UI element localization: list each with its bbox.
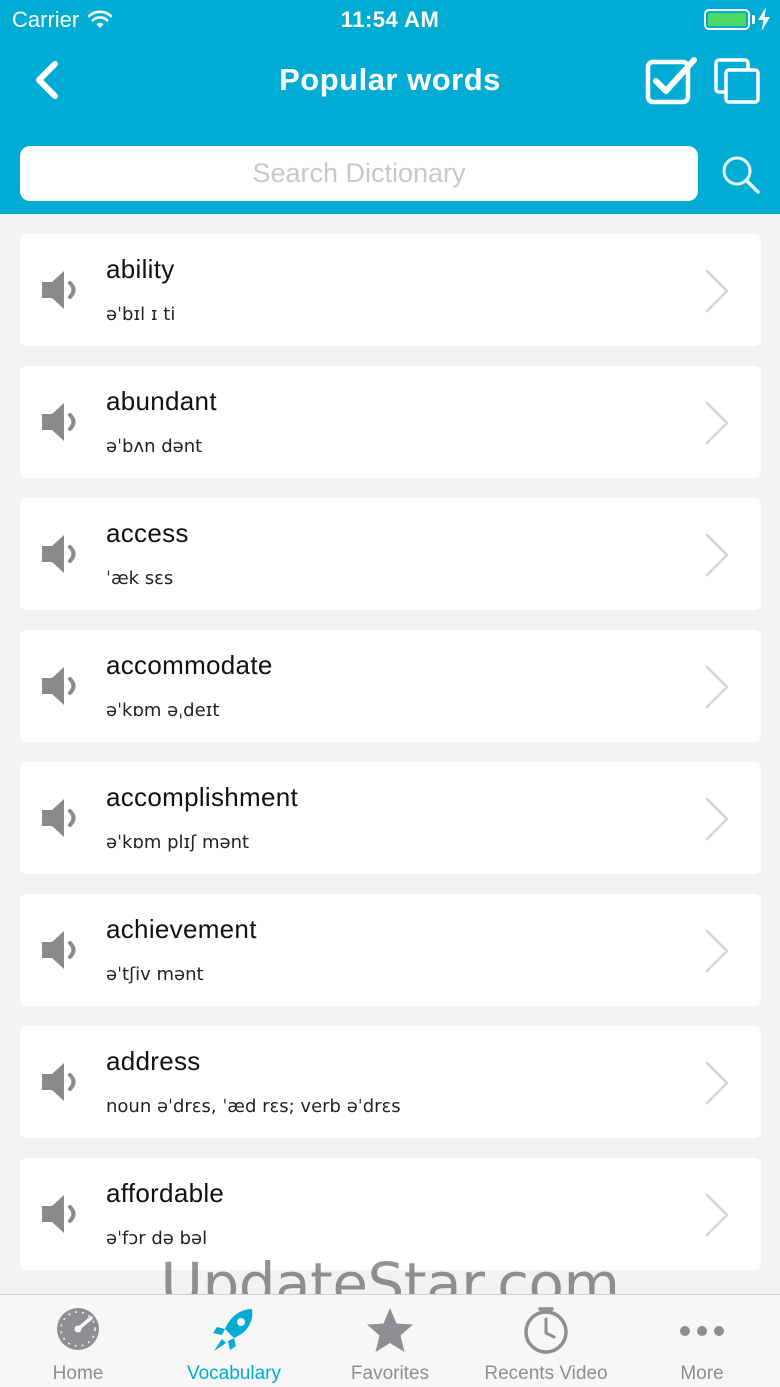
status-time: 11:54 AM [340, 7, 440, 32]
chevron-right-icon [705, 929, 729, 973]
phonetic-text: əˈfɔr də bəl [106, 1228, 208, 1249]
tab-label: More [680, 1363, 724, 1384]
nav-bar: Popular words [0, 46, 780, 116]
tab-label: Vocabulary [186, 1363, 281, 1384]
charging-icon [758, 7, 770, 31]
word-text: access [106, 518, 189, 548]
speaker-icon[interactable] [40, 400, 84, 444]
speaker-icon[interactable] [40, 532, 84, 576]
word-text: affordable [106, 1178, 225, 1208]
word-list-item[interactable]: ability əˈbɪl ɪ ti [20, 234, 761, 346]
word-list-item[interactable]: accomplishment əˈkɒm plɪʃ mənt [20, 762, 761, 874]
tab-label: Recents Video [484, 1363, 608, 1384]
search-input[interactable] [20, 146, 698, 201]
speedometer-icon [57, 1308, 99, 1350]
word-text: achievement [106, 914, 257, 944]
star-icon [367, 1308, 413, 1352]
chevron-right-icon [705, 269, 729, 313]
word-list-item[interactable]: abundant əˈbʌn dənt [20, 366, 761, 478]
select-all-checkbox-icon[interactable] [644, 54, 700, 106]
tab-favorites[interactable]: Favorites [312, 1295, 468, 1387]
battery-nub [752, 15, 755, 24]
chevron-right-icon [705, 797, 729, 841]
search-icon[interactable] [718, 152, 764, 198]
copy-icon[interactable] [712, 56, 762, 106]
chevron-right-icon [705, 401, 729, 445]
tab-label: Favorites [350, 1363, 430, 1384]
phonetic-text: əˈkɒm əˌdeɪt [106, 700, 220, 721]
tab-home[interactable]: Home [0, 1295, 156, 1387]
phonetic-text: əˈbɪl ɪ ti [106, 304, 176, 325]
phonetic-text: ˈæk sɛs [106, 568, 174, 589]
speaker-icon[interactable] [40, 1060, 84, 1104]
battery-icon [704, 9, 750, 30]
rocket-icon [213, 1309, 253, 1351]
chevron-right-icon [705, 665, 729, 709]
speaker-icon[interactable] [40, 664, 84, 708]
status-bar: Carrier 11:54 AM [0, 0, 780, 40]
tab-vocabulary[interactable]: Vocabulary [156, 1295, 312, 1387]
word-list-item[interactable]: access ˈæk sɛs [20, 498, 761, 610]
more-dots-icon [680, 1326, 724, 1336]
speaker-icon[interactable] [40, 928, 84, 972]
tab-more[interactable]: More [624, 1295, 780, 1387]
phonetic-text: əˈbʌn dənt [106, 436, 203, 457]
chevron-right-icon [705, 1061, 729, 1105]
clock-icon [524, 1307, 568, 1354]
word-list-item[interactable]: address noun əˈdrɛs, ˈæd rɛs; verb əˈdrɛ… [20, 1026, 761, 1138]
header: Carrier 11:54 AM Popular words [0, 0, 780, 214]
speaker-icon[interactable] [40, 268, 84, 312]
phonetic-text: noun əˈdrɛs, ˈæd rɛs; verb əˈdrɛs [106, 1096, 401, 1117]
chevron-right-icon [705, 1193, 729, 1237]
word-text: address [106, 1046, 201, 1076]
tab-label: Home [52, 1363, 104, 1384]
word-text: abundant [106, 386, 217, 416]
phonetic-text: əˈkɒm plɪʃ mənt [106, 832, 250, 853]
word-text: accomplishment [106, 782, 299, 812]
word-list-item[interactable]: affordable əˈfɔr də bəl [20, 1158, 761, 1270]
word-text: ability [106, 254, 175, 284]
word-text: accommodate [106, 650, 273, 680]
chevron-right-icon [705, 533, 729, 577]
tab-bar: Home Vocabulary Favorites Recents Video [0, 1294, 780, 1387]
word-list: ability əˈbɪl ɪ ti abundant əˈbʌn dənt a… [20, 234, 761, 1290]
word-list-item[interactable]: accommodate əˈkɒm əˌdeɪt [20, 630, 761, 742]
phonetic-text: əˈtʃiv mənt [106, 964, 204, 985]
tab-recents-video[interactable]: Recents Video [468, 1295, 624, 1387]
speaker-icon[interactable] [40, 796, 84, 840]
speaker-icon[interactable] [40, 1192, 84, 1236]
word-list-item[interactable]: achievement əˈtʃiv mənt [20, 894, 761, 1006]
